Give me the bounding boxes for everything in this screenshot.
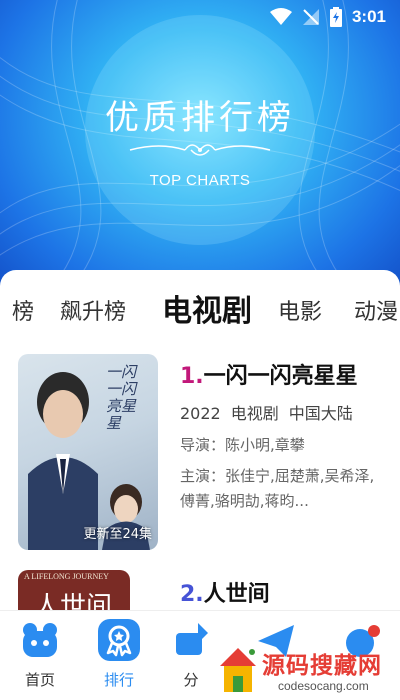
- tab-ranking[interactable]: 榜: [12, 294, 34, 326]
- rank-number: 2.: [180, 582, 204, 607]
- item-title-text: 一闪一闪亮星星: [203, 364, 358, 389]
- hero-banner: 3:01 优质排行榜 TOP CHARTS: [0, 0, 400, 290]
- battery-icon: [329, 7, 342, 27]
- tab-rising[interactable]: 飙升榜: [60, 294, 126, 326]
- item-category: 电视剧: [230, 404, 279, 423]
- watermark-title: 源码搜藏网: [262, 653, 382, 679]
- nav-ranking-label: 排行: [103, 671, 134, 689]
- tab-tv-series[interactable]: 电视剧: [162, 286, 252, 330]
- wifi-icon: [269, 8, 292, 25]
- content-card: 榜 飙升榜 电视剧 电影 动漫 一闪一闪亮星星 更新至24集 1.一闪一闪亮星星: [0, 270, 400, 630]
- ornament-divider-icon: [129, 144, 271, 156]
- list-item[interactable]: 一闪一闪亮星星 更新至24集 1.一闪一闪亮星星 2022 电视剧 中国大陆 导演：…: [18, 354, 388, 554]
- house-logo-icon: [220, 648, 256, 692]
- item-director: 导演：陈小明,章攀: [180, 436, 305, 454]
- tab-movies[interactable]: 电影: [278, 294, 322, 326]
- item-title[interactable]: 1.一闪一闪亮星星: [180, 358, 358, 390]
- item-title-text: 人世间: [203, 582, 270, 607]
- tab-anime[interactable]: 动漫: [354, 294, 398, 326]
- episode-update-label: 更新至24集: [83, 527, 152, 542]
- nav-ranking[interactable]: 排行: [84, 619, 154, 690]
- item-meta: 2022 电视剧 中国大陆: [180, 400, 363, 424]
- signal-icon: [302, 9, 319, 25]
- hero-subtitle: TOP CHARTS: [149, 172, 251, 189]
- poster-title: 一闪一闪亮星星: [106, 363, 137, 432]
- poster-image[interactable]: 一闪一闪亮星星 更新至24集: [18, 354, 158, 550]
- status-bar: 3:01: [0, 0, 400, 34]
- ranking-icon: [98, 619, 140, 661]
- nav-home[interactable]: 首页: [5, 619, 75, 690]
- item-year: 2022: [180, 404, 221, 423]
- hero-title: 优质排行榜: [105, 98, 295, 138]
- item-cast: 主演：张佳宁,屈楚萧,吴希泽,傅菁,骆明劼,蒋昀...: [180, 467, 375, 510]
- item-title[interactable]: 2.人世间: [180, 576, 270, 608]
- status-time: 3:01: [351, 7, 386, 26]
- watermark-url: codesocang.com: [278, 679, 369, 693]
- item-region: 中国大陆: [288, 404, 353, 423]
- rank-number: 1.: [180, 364, 204, 389]
- category-tabs: 榜 飙升榜 电视剧 电影 动漫: [0, 282, 400, 338]
- site-watermark: 源码搜藏网 codesocang.com: [212, 640, 400, 700]
- home-icon: [23, 623, 57, 657]
- nav-home-label: 首页: [24, 671, 55, 689]
- poster-tagline: A LIFELONG JOURNEY: [24, 572, 109, 581]
- category-icon: [176, 623, 208, 655]
